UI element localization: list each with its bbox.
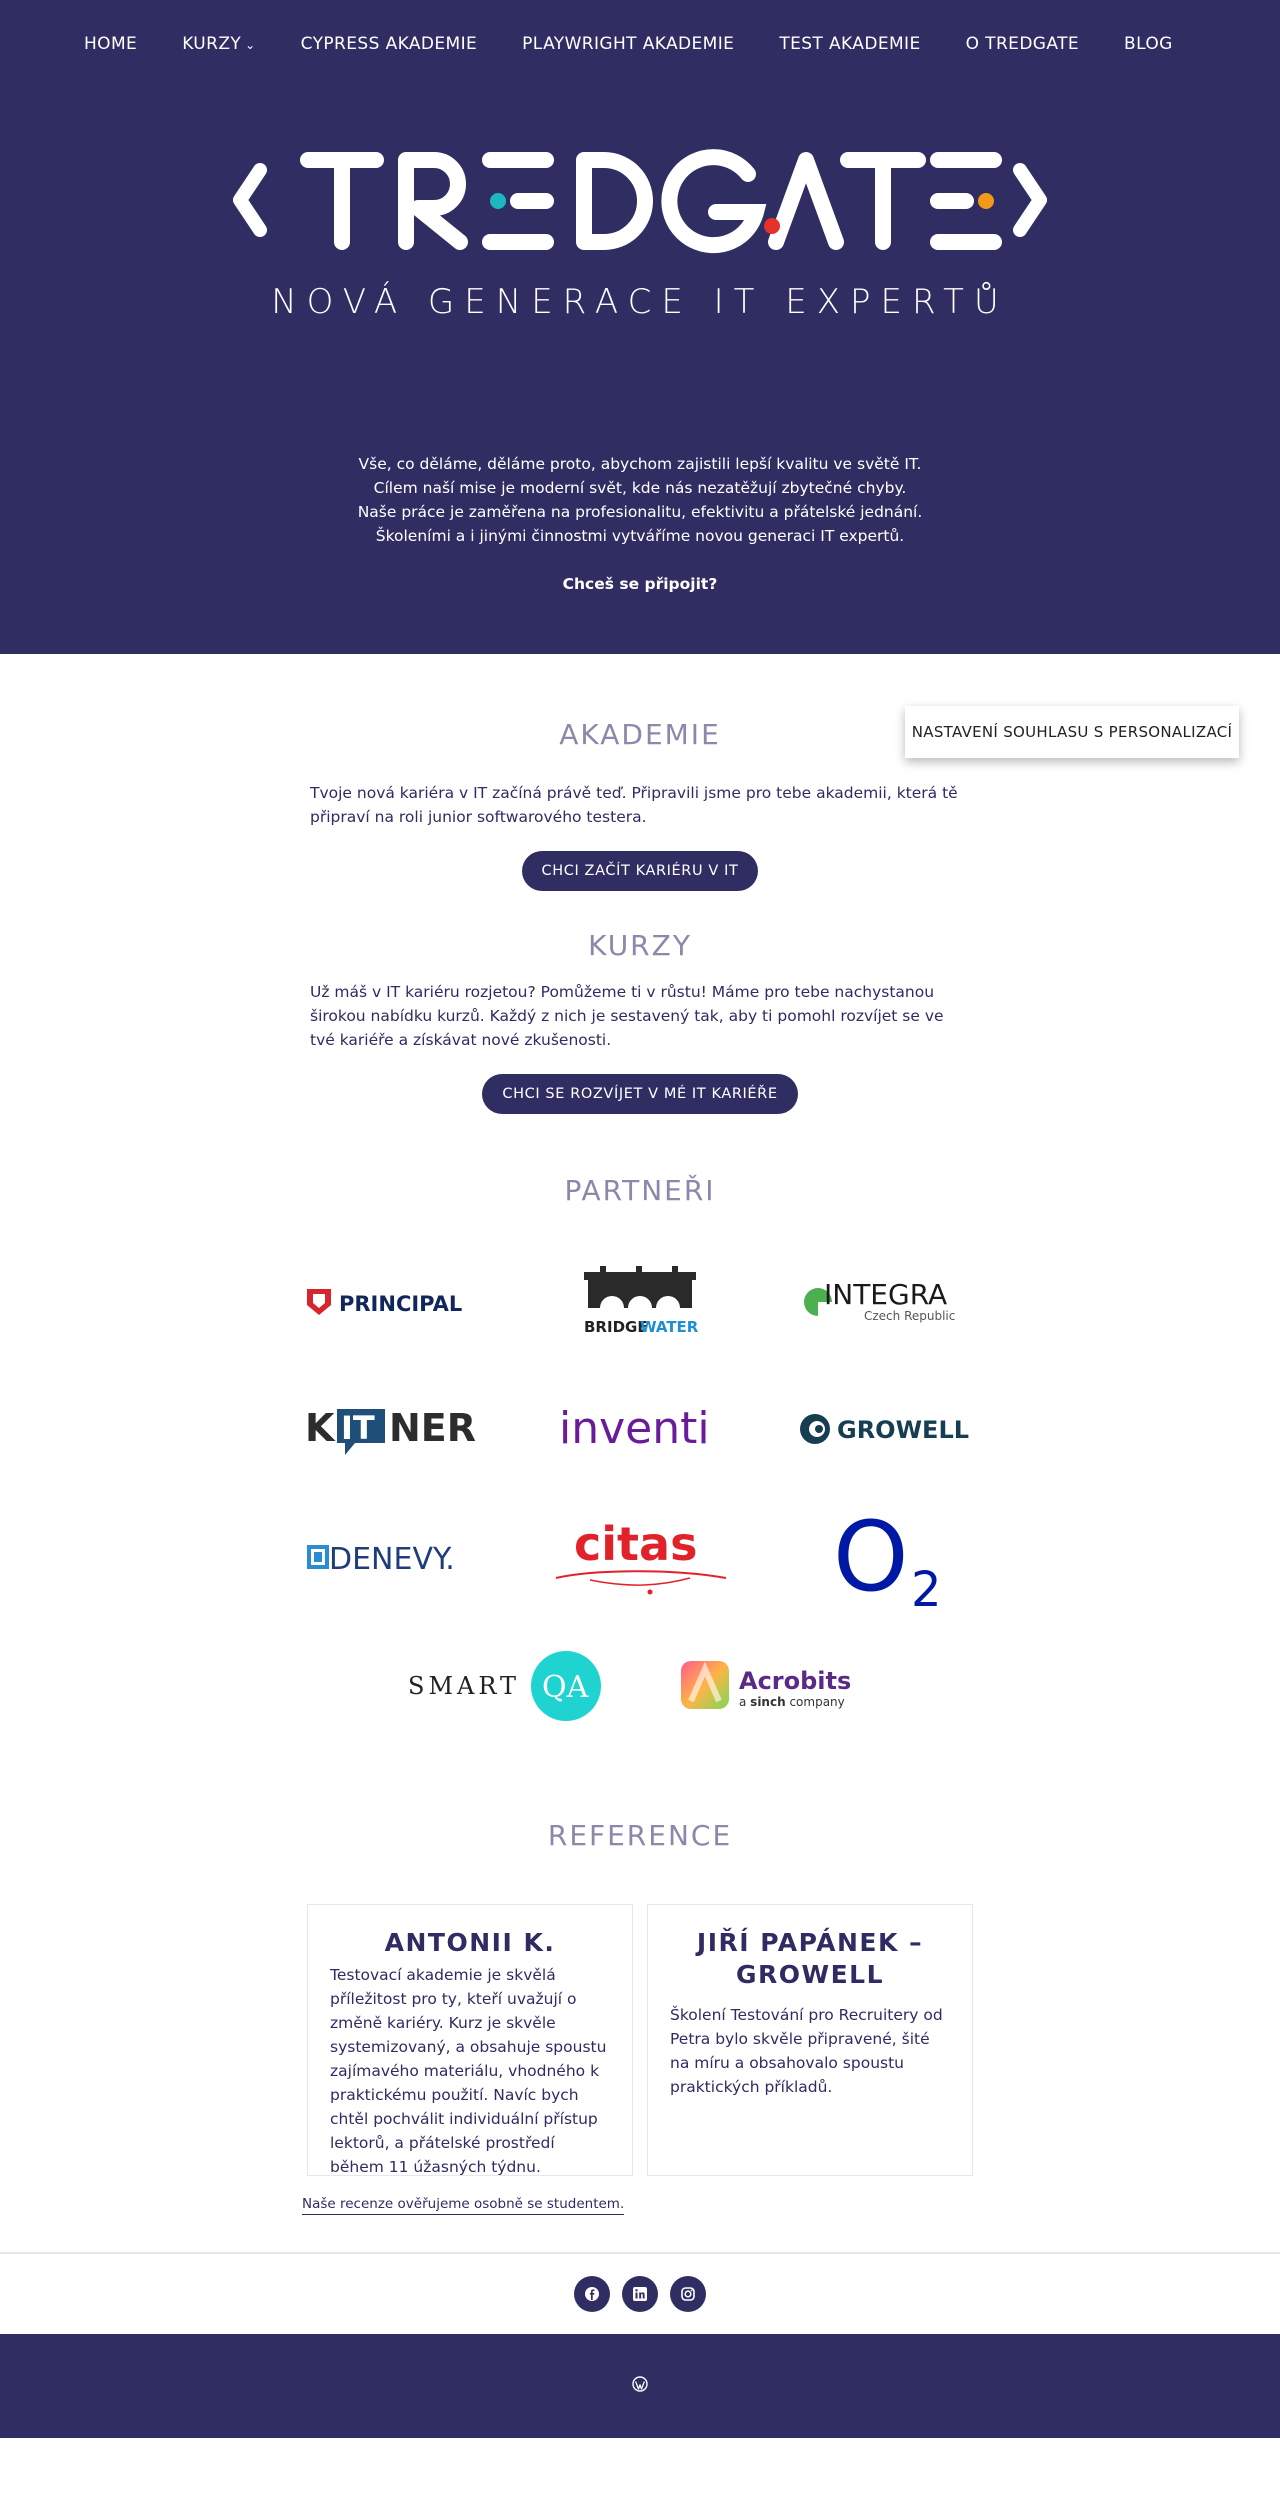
mission-line: Vše, co děláme, děláme proto, abychom za… [358,455,922,473]
denevy-logo: DENEVY. [307,1542,455,1577]
wordpress-icon[interactable] [632,2376,648,2396]
partner-logo-acrobits[interactable]: Acrobits a sinch company [654,1621,894,1749]
nav-playwright-akademie[interactable]: PLAYWRIGHT AKADEMIE [522,34,734,54]
svg-text:GROWELL: GROWELL [837,1416,969,1444]
mission-line: Naše práce je zaměřena na profesionalitu… [357,503,923,521]
facebook-icon[interactable] [574,2276,610,2312]
svg-text:QA: QA [542,1670,589,1705]
tredgate-logo [233,149,1047,254]
reviews-note: Naše recenze ověřujeme osobně se student… [302,2196,978,2215]
kurzy-text: Už máš v IT kariéru rozjetou? Pomůžeme t… [310,983,944,1049]
partner-logo-inventi[interactable]: inventi [517,1365,764,1493]
svg-text:IT: IT [341,1409,375,1447]
svg-text:K: K [305,1406,336,1450]
reference-author: JIŘÍ PAPÁNEK – GROWELL [696,1928,924,1989]
nav-o-tredgate[interactable]: O TREDGATE [966,34,1079,54]
smartqa-logo: SMART QA [408,1651,601,1721]
svg-text:Czech Republic: Czech Republic [864,1309,955,1323]
partner-logo-integra[interactable]: INTEGRA Czech Republic [763,1237,1010,1365]
reference-card: ANTONII K. Testovací akademie je skvělá … [307,1904,633,2176]
nav-blog[interactable]: BLOG [1124,34,1173,54]
site-tagline: NOVÁ GENERACE IT EXPERTŮ [271,282,1009,322]
integra-logo: INTEGRA Czech Republic [803,1278,955,1323]
svg-text:DENEVY.: DENEVY. [329,1542,455,1577]
reviews-note-text[interactable]: Naše recenze ověřujeme osobně se student… [302,2196,625,2215]
partner-logo-bridgewater[interactable]: BRIDGE WATER [517,1237,764,1365]
principal-logo: PRINCIPAL [307,1289,463,1316]
reference-text: Testovací akademie je skvělá příležitost… [330,1966,607,2176]
nav-kurzy[interactable]: KURZY ⌄ [182,34,255,54]
kurzy-section: KURZY Už máš v IT kariéru rozjetou? Pomů… [0,891,1280,1114]
svg-text:inventi: inventi [559,1403,710,1454]
partners-section: PARTNEŘI PRINCIPAL BRIDGE WATER INTEGRA … [0,1114,1280,1749]
kitner-logo: K IT NER [305,1406,476,1455]
partner-logo-citas[interactable]: citas [517,1493,764,1621]
partners-title: PARTNEŘI [564,1174,716,1207]
main-content: NASTAVENÍ SOUHLASU S PERSONALIZACÍ AKADE… [0,654,1280,2334]
site-footer [0,2334,1280,2438]
svg-text:SMART: SMART [408,1672,520,1700]
svg-text:Acrobits: Acrobits [739,1667,851,1695]
reference-title: REFERENCE [547,1819,733,1852]
growell-logo: GROWELL [799,1414,969,1444]
svg-text:citas: citas [574,1517,697,1571]
svg-text:INTEGRA: INTEGRA [824,1278,947,1311]
grow-career-button[interactable]: CHCI SE ROZVÍJET V MÉ IT KARIÉŘE [482,1074,798,1114]
join-question: Chceš se připojit? [562,575,718,593]
inventi-logo: inventi [559,1403,710,1454]
start-career-button[interactable]: CHCI ZAČÍT KARIÉRU V IT [521,851,759,891]
partner-logo-growell[interactable]: GROWELL [763,1365,1010,1493]
akademie-text: Tvoje nová kariéra v IT začíná právě teď… [310,784,958,826]
citas-logo: citas [555,1517,727,1595]
chevron-down-icon: ⌄ [245,38,256,52]
o2-logo: O 2 [833,1502,942,1612]
acrobits-logo: Acrobits a sinch company [681,1661,851,1709]
partner-logo-denevy[interactable]: DENEVY. [270,1493,517,1621]
akademie-section: AKADEMIE Tvoje nová kariéra v IT začíná … [0,654,1280,891]
svg-text:O: O [833,1502,909,1612]
nav-cypress-akademie[interactable]: CYPRESS AKADEMIE [301,34,478,54]
mission-statement: Vše, co děláme, děláme proto, abychom za… [0,452,1280,596]
mission-line: Školeními a i jinými činnostmi vytváříme… [375,527,905,545]
svg-text:a sinch company: a sinch company [739,1695,845,1709]
instagram-icon[interactable] [670,2276,706,2312]
nav-kurzy-label: KURZY [182,34,242,54]
svg-text:PRINCIPAL: PRINCIPAL [339,1292,462,1316]
site-logo[interactable]: NOVÁ GENERACE IT EXPERTŮ [0,130,1280,340]
partner-logo-kitner[interactable]: K IT NER [270,1365,517,1493]
reference-text: Školení Testování pro Recruitery od Petr… [670,2006,943,2096]
reference-section: REFERENCE ANTONII K. Testovací akademie … [0,1749,1280,2215]
nav-home[interactable]: HOME [84,34,137,54]
partner-logo-o2[interactable]: O 2 [763,1493,1010,1621]
svg-text:NER: NER [389,1406,476,1450]
reference-author: ANTONII K. [384,1928,556,1957]
linkedin-icon[interactable] [622,2276,658,2312]
kurzy-title: KURZY [588,929,692,962]
consent-settings-button[interactable]: NASTAVENÍ SOUHLASU S PERSONALIZACÍ [905,706,1239,758]
svg-text:2: 2 [911,1562,942,1612]
reference-card: JIŘÍ PAPÁNEK – GROWELL Školení Testování… [647,1904,973,2176]
hero: HOME KURZY ⌄ CYPRESS AKADEMIE PLAYWRIGHT … [0,0,1280,654]
mission-line: Cílem naší mise je moderní svět, kde nás… [373,479,907,497]
svg-text:BRIDGE: BRIDGE [584,1318,648,1336]
partner-logo-principal[interactable]: PRINCIPAL [270,1237,517,1365]
main-nav: HOME KURZY ⌄ CYPRESS AKADEMIE PLAYWRIGHT … [0,0,1280,88]
bridgewater-logo: BRIDGE WATER [583,1266,699,1336]
nav-test-akademie[interactable]: TEST AKADEMIE [779,34,920,54]
svg-text:WATER: WATER [640,1318,699,1336]
social-links [0,2252,1280,2334]
partner-logo-smartqa[interactable]: SMART QA [386,1621,626,1749]
